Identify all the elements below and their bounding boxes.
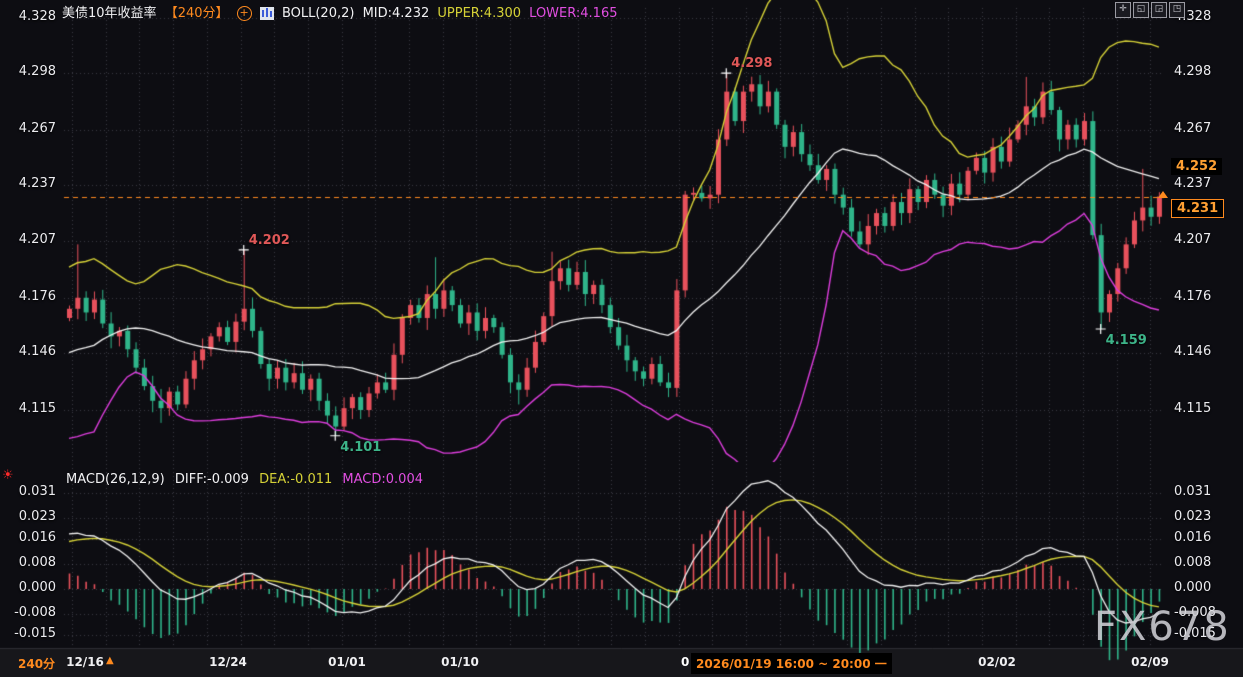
instrument-title: 美债10年收益率: [62, 6, 157, 21]
boll-label: BOLL(20,2): [282, 6, 355, 21]
interval-arrow-icon[interactable]: ▲: [106, 655, 114, 666]
price-axis-tick: 4.176: [6, 289, 56, 304]
price-axis-tick: 4.146: [1174, 344, 1211, 359]
boll-lower-value: LOWER:4.165: [529, 6, 617, 21]
price-annotation: 4.159: [1106, 333, 1147, 348]
price-axis-tick: 4.146: [6, 344, 56, 359]
price-axis-tick: 4.115: [1174, 401, 1211, 416]
macd-axis-tick: 0.000: [1174, 580, 1211, 595]
time-axis-label: 01/01: [328, 655, 366, 669]
macd-axis-tick: 0.008: [6, 555, 56, 570]
time-axis-label: 02/02: [978, 655, 1016, 669]
macd-axis-tick: 0.016: [6, 530, 56, 545]
macd-axis-tick: -0.015: [6, 626, 56, 641]
watermark: FX678: [1094, 604, 1231, 650]
session-alert-icon: ☀: [2, 468, 14, 483]
crosshair-icon[interactable]: ✛: [1115, 2, 1131, 18]
macd-axis-tick: 0.023: [6, 509, 56, 524]
macd-axis-tick: 0.023: [1174, 509, 1211, 524]
add-indicator-icon[interactable]: +: [237, 6, 252, 21]
interval-selector[interactable]: 240分: [18, 655, 55, 672]
boll-mid-value: MID:4.232: [363, 6, 430, 21]
chart-header: 美债10年收益率 【240分】 + BOLL(20,2) MID:4.232 U…: [62, 2, 621, 21]
macd-axis-tick: 0.000: [6, 580, 56, 595]
macd-dea-value: DEA:-0.011: [259, 472, 332, 487]
price-axis-tick: 4.237: [1174, 176, 1211, 191]
macd-axis-tick: 0.031: [6, 484, 56, 499]
time-axis-label: 12/24: [209, 655, 247, 669]
macd-axis-tick: 0.008: [1174, 555, 1211, 570]
price-axis-tick: 4.207: [6, 232, 56, 247]
crosshair-date-readout: 2026/01/19 16:00 ~ 20:00 一: [691, 653, 892, 674]
time-axis-bar: 240分 ▲ 0 2026/01/19 16:00 ~ 20:00 一 12/1…: [0, 648, 1243, 677]
price-annotation: 4.298: [731, 56, 772, 71]
current-price-tag: 4.231: [1171, 199, 1224, 218]
price-axis-tick: 4.267: [1174, 121, 1211, 136]
scale-corner-left-icon[interactable]: ◱: [1133, 2, 1149, 18]
scale-corner-right-icon[interactable]: ◲: [1151, 2, 1167, 18]
time-axis-label: 12/16: [66, 655, 104, 669]
price-axis-tick: 4.176: [1174, 289, 1211, 304]
price-axis-tick: 4.298: [1174, 64, 1211, 79]
price-axis-tick: 4.207: [1174, 232, 1211, 247]
time-axis-label: 02/09: [1131, 655, 1169, 669]
price-axis-tick: 4.328: [6, 9, 56, 24]
interval-tag[interactable]: 【240分】: [165, 6, 229, 21]
macd-axis-tick: -0.008: [6, 605, 56, 620]
chart-canvas[interactable]: [0, 0, 1243, 677]
price-axis-tick: 4.298: [6, 64, 56, 79]
price-annotation: 4.202: [249, 233, 290, 248]
session-high-price-tag: 4.252: [1171, 158, 1222, 175]
boll-upper-value: UPPER:4.300: [437, 6, 521, 21]
current-price-marker-icon: [1158, 191, 1168, 198]
price-axis-tick: 4.237: [6, 176, 56, 191]
macd-label: MACD(26,12,9): [66, 472, 165, 487]
price-annotation: 4.101: [340, 440, 381, 455]
macd-diff-value: DIFF:-0.009: [175, 472, 249, 487]
macd-axis-tick: 0.016: [1174, 530, 1211, 545]
price-axis-tick: 4.115: [6, 401, 56, 416]
chart-toolbar: ✛◱◲◳: [1115, 2, 1185, 18]
macd-value: MACD:0.004: [342, 472, 423, 487]
macd-axis-tick: 0.031: [1174, 484, 1211, 499]
price-axis-tick: 4.267: [6, 121, 56, 136]
macd-header: MACD(26,12,9) DIFF:-0.009 DEA:-0.011 MAC…: [66, 472, 429, 487]
chart-app: 美债10年收益率 【240分】 + BOLL(20,2) MID:4.232 U…: [0, 0, 1243, 677]
chart-type-icon[interactable]: [260, 7, 274, 20]
scale-corner-up-icon[interactable]: ◳: [1169, 2, 1185, 18]
date-readout-prefix: 0: [681, 655, 689, 669]
time-axis-label: 01/10: [441, 655, 479, 669]
